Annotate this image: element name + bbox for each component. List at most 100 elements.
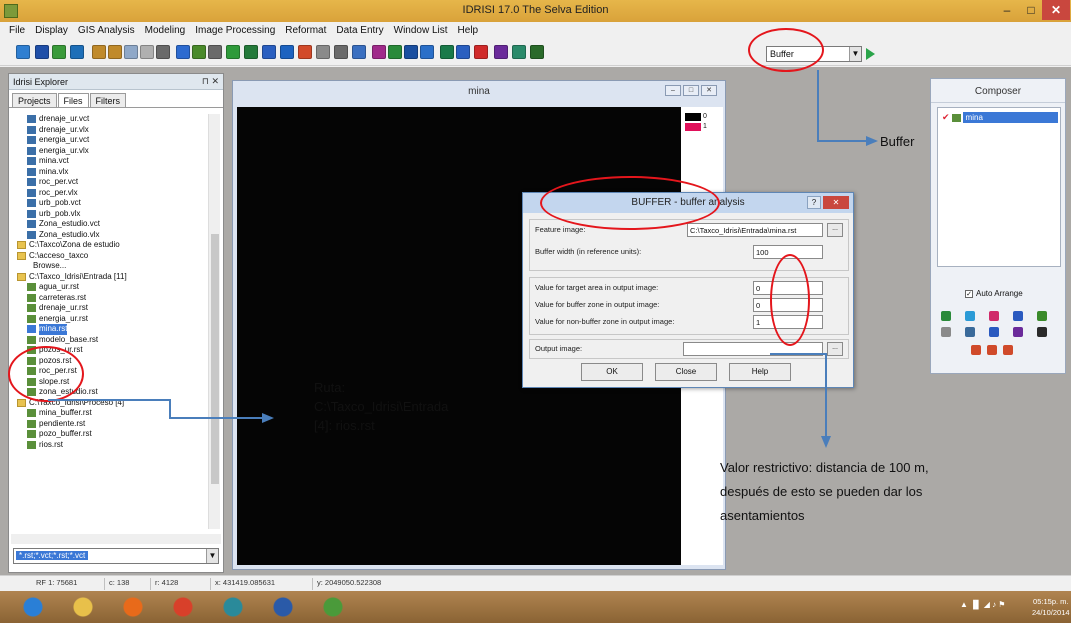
dialog-close-text-button[interactable]: Close	[655, 363, 717, 381]
menu-item-window-list[interactable]: Window List	[389, 22, 453, 40]
close-button[interactable]: ✕	[1042, 0, 1070, 20]
system-tray[interactable]: ▲ ▐▌ ◢ ♪ ⚑	[960, 600, 1005, 609]
run-icon[interactable]	[866, 48, 875, 60]
pan-left-icon[interactable]	[971, 345, 981, 355]
ok-button[interactable]: OK	[581, 363, 643, 381]
person-icon[interactable]	[1037, 327, 1047, 337]
erase-icon[interactable]	[474, 45, 488, 59]
list-icon[interactable]	[404, 45, 418, 59]
shapes-icon[interactable]	[494, 45, 508, 59]
word-icon[interactable]	[264, 594, 302, 620]
file-item[interactable]: pozo_buffer.rst	[11, 429, 207, 440]
file-item[interactable]: C:\Taxco\Zona de estudio	[11, 240, 207, 251]
open-icon[interactable]	[16, 45, 30, 59]
output-image-browse-button[interactable]: ...	[827, 342, 843, 356]
map-props-icon[interactable]	[965, 327, 975, 337]
file-item[interactable]: urb_pob.vct	[11, 198, 207, 209]
chevron-down-icon[interactable]: ▼	[849, 47, 861, 61]
file-item[interactable]: modelo_base.rst	[11, 335, 207, 346]
minimize-button[interactable]: –	[994, 0, 1020, 20]
vertical-scrollbar[interactable]	[208, 114, 220, 529]
calc-icon[interactable]	[352, 45, 366, 59]
file-item[interactable]: energia_ur.vct	[11, 135, 207, 146]
help-button[interactable]: Help	[729, 363, 791, 381]
grid-icon[interactable]	[192, 45, 206, 59]
tab-filters[interactable]: Filters	[89, 93, 127, 107]
file-item[interactable]: C:\Taxco_Idrisi\Entrada [11]	[11, 272, 207, 283]
file-item[interactable]: roc_per.vlx	[11, 188, 207, 199]
file-item[interactable]: agua_ur.rst	[11, 282, 207, 293]
menu-item-modeling[interactable]: Modeling	[140, 22, 191, 40]
brush-icon[interactable]	[456, 45, 470, 59]
dialog-close-button[interactable]: ✕	[823, 196, 849, 209]
zoom-in-icon[interactable]	[92, 45, 106, 59]
layer-props-icon[interactable]	[965, 311, 975, 321]
horizontal-scrollbar[interactable]	[11, 534, 221, 544]
filter-select[interactable]: *.rst;*.vct;*.rst;*.vct ▼	[13, 548, 219, 564]
idrisi-app-icon[interactable]	[314, 594, 352, 620]
group-icon[interactable]	[1013, 311, 1023, 321]
blank-icon[interactable]	[941, 327, 951, 337]
measure-icon[interactable]	[156, 45, 170, 59]
file-explorer-icon[interactable]	[64, 594, 102, 620]
auto-arrange-option[interactable]: ✓ Auto Arrange	[965, 289, 1023, 298]
file-item[interactable]: Zona_estudio.vlx	[11, 230, 207, 241]
menu-item-reformat[interactable]: Reformat	[280, 22, 331, 40]
file-item[interactable]: mina.rst	[11, 324, 207, 335]
feature-image-browse-button[interactable]: ...	[827, 223, 843, 237]
digitize-icon[interactable]	[226, 45, 240, 59]
ie-icon[interactable]	[14, 594, 52, 620]
clock[interactable]: 05:15p. m. 24/10/2014	[1032, 596, 1070, 618]
file-item[interactable]: mina.vct	[11, 156, 207, 167]
print-icon[interactable]	[1013, 327, 1023, 337]
pin-icon[interactable]: ⊓ ✕	[202, 76, 219, 87]
map-maximize-button[interactable]: □	[683, 85, 699, 96]
chart-icon[interactable]	[372, 45, 386, 59]
palette-icon[interactable]	[70, 45, 84, 59]
file-item[interactable]: energia_ur.vlx	[11, 146, 207, 157]
tab-files[interactable]: Files	[57, 93, 89, 107]
map-close-button[interactable]: ✕	[701, 85, 717, 96]
menu-item-gis-analysis[interactable]: GIS Analysis	[73, 22, 140, 40]
stats-icon[interactable]	[440, 45, 454, 59]
map-minimize-button[interactable]: –	[665, 85, 681, 96]
maximize-button[interactable]: □	[1018, 0, 1044, 20]
scrollbar-thumb[interactable]	[211, 234, 219, 484]
file-item[interactable]: carreteras.rst	[11, 293, 207, 304]
dialog-help-icon[interactable]: ?	[807, 196, 821, 209]
table-icon[interactable]	[176, 45, 190, 59]
file-item[interactable]: pendiente.rst	[11, 419, 207, 430]
file-item[interactable]: mina.vlx	[11, 167, 207, 178]
menu-item-file[interactable]: File	[4, 22, 30, 40]
file-item[interactable]: drenaje_ur.vlx	[11, 125, 207, 136]
auto-arrange-checkbox[interactable]: ✓	[965, 289, 973, 298]
edit-icon[interactable]	[316, 45, 330, 59]
undo-icon[interactable]	[334, 45, 348, 59]
chevron-down-icon[interactable]: ▼	[206, 549, 218, 563]
file-item[interactable]: roc_per.vct	[11, 177, 207, 188]
file-item[interactable]: C:\acceso_taxco	[11, 251, 207, 262]
vector-icon[interactable]	[244, 45, 258, 59]
output-image-field[interactable]	[683, 342, 823, 356]
idrisi-globe-icon[interactable]	[214, 594, 252, 620]
zoom-out-icon[interactable]	[108, 45, 122, 59]
layers-icon[interactable]	[420, 45, 434, 59]
layer-row[interactable]: ✔ mina	[942, 112, 1058, 123]
feature-icon[interactable]	[1037, 311, 1047, 321]
add-icon[interactable]	[298, 45, 312, 59]
display-icon[interactable]	[35, 45, 49, 59]
file-item[interactable]: drenaje_ur.rst	[11, 303, 207, 314]
file-item[interactable]: Zona_estudio.vct	[11, 219, 207, 230]
file-item[interactable]: mina_buffer.rst	[11, 408, 207, 419]
pan-right-icon[interactable]	[1003, 345, 1013, 355]
add-layer-icon[interactable]	[941, 311, 951, 321]
menu-item-display[interactable]: Display	[30, 22, 73, 40]
firefox-icon[interactable]	[114, 594, 152, 620]
menu-item-help[interactable]: Help	[453, 22, 484, 40]
layer-visible-checkbox[interactable]: ✔	[942, 112, 950, 123]
tab-projects[interactable]: Projects	[12, 93, 57, 107]
chrome-icon[interactable]	[164, 594, 202, 620]
save-icon[interactable]	[989, 327, 999, 337]
pan-center-icon[interactable]	[987, 345, 997, 355]
file-item[interactable]: Browse...	[11, 261, 207, 272]
